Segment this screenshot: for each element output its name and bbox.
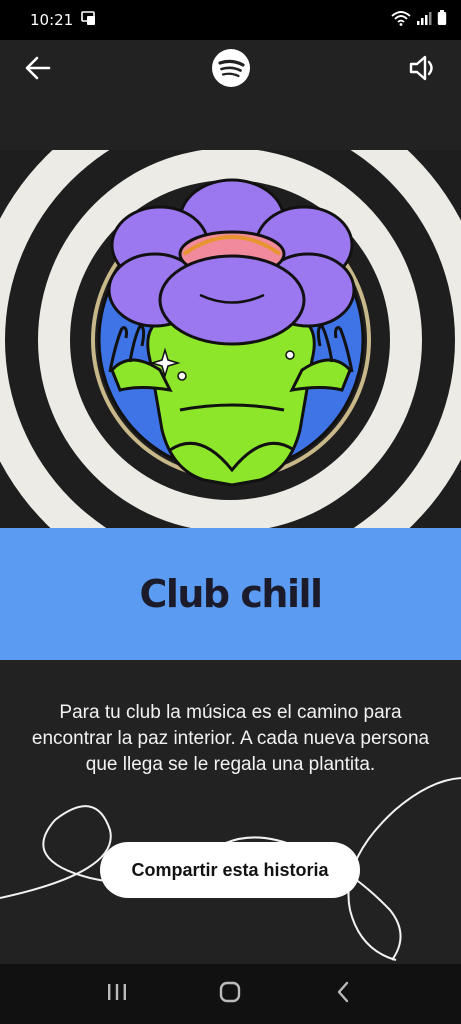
battery-icon [437,9,447,31]
spotify-logo [211,48,251,93]
badge-artwork [0,150,461,528]
arrow-left-icon [24,54,52,87]
system-nav-bar [0,964,461,1024]
spotify-logo-icon [211,48,251,93]
story-description: Para tu club la música es el camino para… [31,702,430,775]
story-bottom: Para tu club la música es el camino para… [0,660,461,964]
speaker-icon [407,52,439,89]
story-title: Club chill [139,572,323,616]
back-nav-icon[interactable] [332,980,356,1009]
back-button[interactable] [18,50,58,90]
signal-icon [416,10,432,31]
status-bar: 10:21 [0,0,461,40]
recent-apps-icon[interactable] [105,980,129,1009]
title-band: Club chill [0,528,461,660]
story-header [0,40,461,100]
home-icon[interactable] [218,980,242,1009]
sound-button[interactable] [403,50,443,90]
status-time: 10:21 [30,11,74,29]
share-story-button[interactable]: Compartir esta historia [100,842,360,898]
wifi-icon [391,10,411,31]
screen-mirror-icon [81,10,97,31]
hero-illustration [0,150,461,528]
